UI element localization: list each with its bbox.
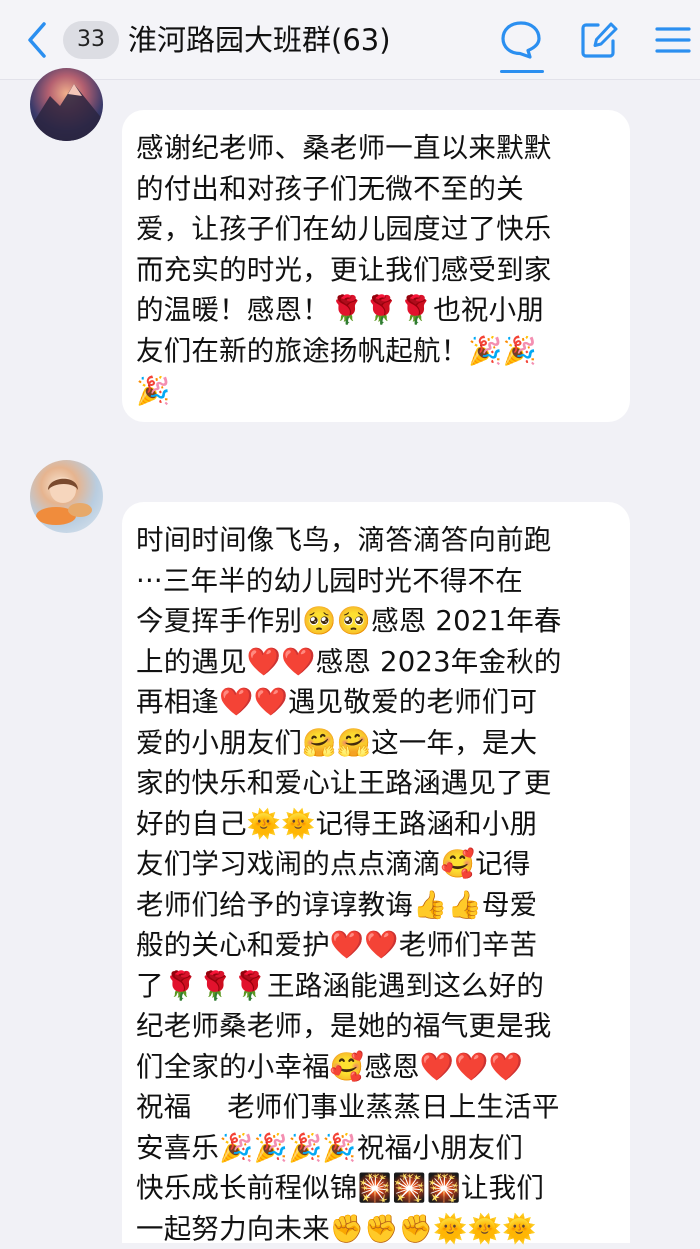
chat-title: 淮河路园大班群(63) xyxy=(128,23,391,57)
menu-icon[interactable] xyxy=(651,18,695,62)
edit-note-icon[interactable] xyxy=(577,18,621,62)
message-bubble[interactable]: 时间时间像飞鸟，滴答滴答向前跑 ···三年半的幼儿园时光不得不在 今夏挥手作别🥺… xyxy=(122,502,630,1245)
cartoon-girl-avatar[interactable] xyxy=(30,460,103,533)
message-bubble[interactable]: 感谢纪老师、桑老师一直以来默默 的付出和对孩子们无微不至的关 爱，让孩子们在幼儿… xyxy=(122,110,630,422)
chat-header: 33 淮河路园大班群(63) xyxy=(0,0,700,80)
message-text: 时间时间像飞鸟，滴答滴答向前跑 ···三年半的幼儿园时光不得不在 今夏挥手作别🥺… xyxy=(136,524,562,1245)
back-chevron-icon[interactable] xyxy=(22,20,54,60)
chat-bubble-icon[interactable] xyxy=(499,18,543,62)
message-text: 感谢纪老师、桑老师一直以来默默 的付出和对孩子们无微不至的关 爱，让孩子们在幼儿… xyxy=(136,132,552,407)
active-tab-underline xyxy=(500,70,544,73)
unread-count-badge[interactable]: 33 xyxy=(63,21,119,59)
mountain-sunset-avatar[interactable] xyxy=(30,68,103,141)
